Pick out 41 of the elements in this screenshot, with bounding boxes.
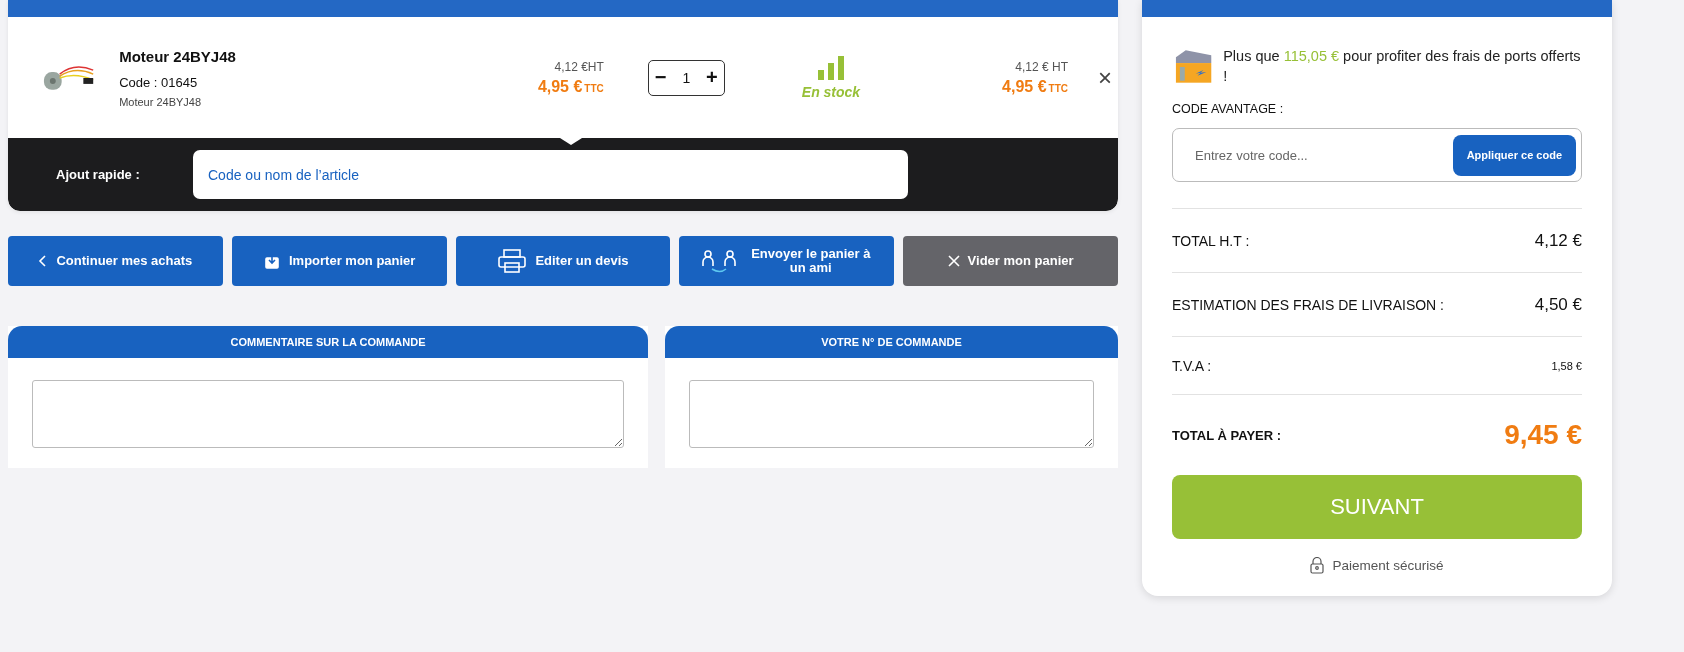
total-value: 9,45 € [1504,419,1582,452]
free-shipping-message: Plus que 115,05 € pour profiter des frais de ports offerts ! [1223,47,1582,86]
total-price-ht: 4,12 € HT [1015,59,1068,74]
action-button[interactable]: Importer mon panier [231,236,447,286]
total-label: TOTAL À PAYER : [1172,427,1282,443]
apply-code-button[interactable]: Appliquer ce code [1452,134,1576,176]
text-area[interactable] [689,380,1094,448]
quick-add-label: Ajout rapide : [56,167,141,182]
increment-button[interactable]: + [704,66,720,89]
total-label: T.V.A : [1172,357,1212,374]
total-value: 4,50 € [1534,294,1582,315]
decrement-button[interactable]: − [652,66,669,89]
stock-status: En stock [801,83,861,100]
lock-icon [1310,557,1325,575]
total-value: 4,12 € [1534,230,1582,251]
secure-payment-note: Paiement sécurisé [1332,558,1444,574]
unit-price-ht: 4,12 €HT [554,59,604,74]
coupon-label: CODE AVANTAGE : [1172,102,1285,117]
ttc-suffix: TTC [584,82,604,94]
unit-price-ttc: 4,95 €TTC [537,77,604,96]
card-header: VOTRE N° DE COMMANDE [665,326,1118,358]
action-button[interactable]: Vider mon panier [903,236,1118,286]
printer-icon [497,248,528,274]
card-header: COMMENTAIRE SUR LA COMMANDE [8,326,648,358]
product-description: Moteur 24BYJ48 [119,95,203,108]
action-button[interactable]: Editer un devis [455,236,671,286]
product-name: Moteur 24BYJ48 [119,47,237,65]
quantity-value: 1 [682,69,691,86]
action-button[interactable]: Continuer mes achats [8,236,223,286]
close-icon [947,255,960,267]
quick-add-field[interactable]: Code ou nom de l’article [193,150,908,199]
total-label: TOTAL H.T : [1172,232,1250,249]
coupon-field[interactable]: Entrez votre code... Appliquer ce code [1172,128,1582,183]
action-button[interactable]: Envoyer le panier à un ami [679,236,895,286]
total-price-ttc: 4,95 €TTC [1002,77,1068,96]
text-area[interactable] [32,380,624,448]
total-value: 1,58 € [1551,359,1582,372]
product-code: Code : 01645 [119,74,199,90]
ttc-suffix: TTC [1048,82,1068,94]
total-label: ESTIMATION DES FRAIS DE LIVRAISON : [1172,296,1444,313]
remove-button[interactable]: × [1092,62,1118,93]
